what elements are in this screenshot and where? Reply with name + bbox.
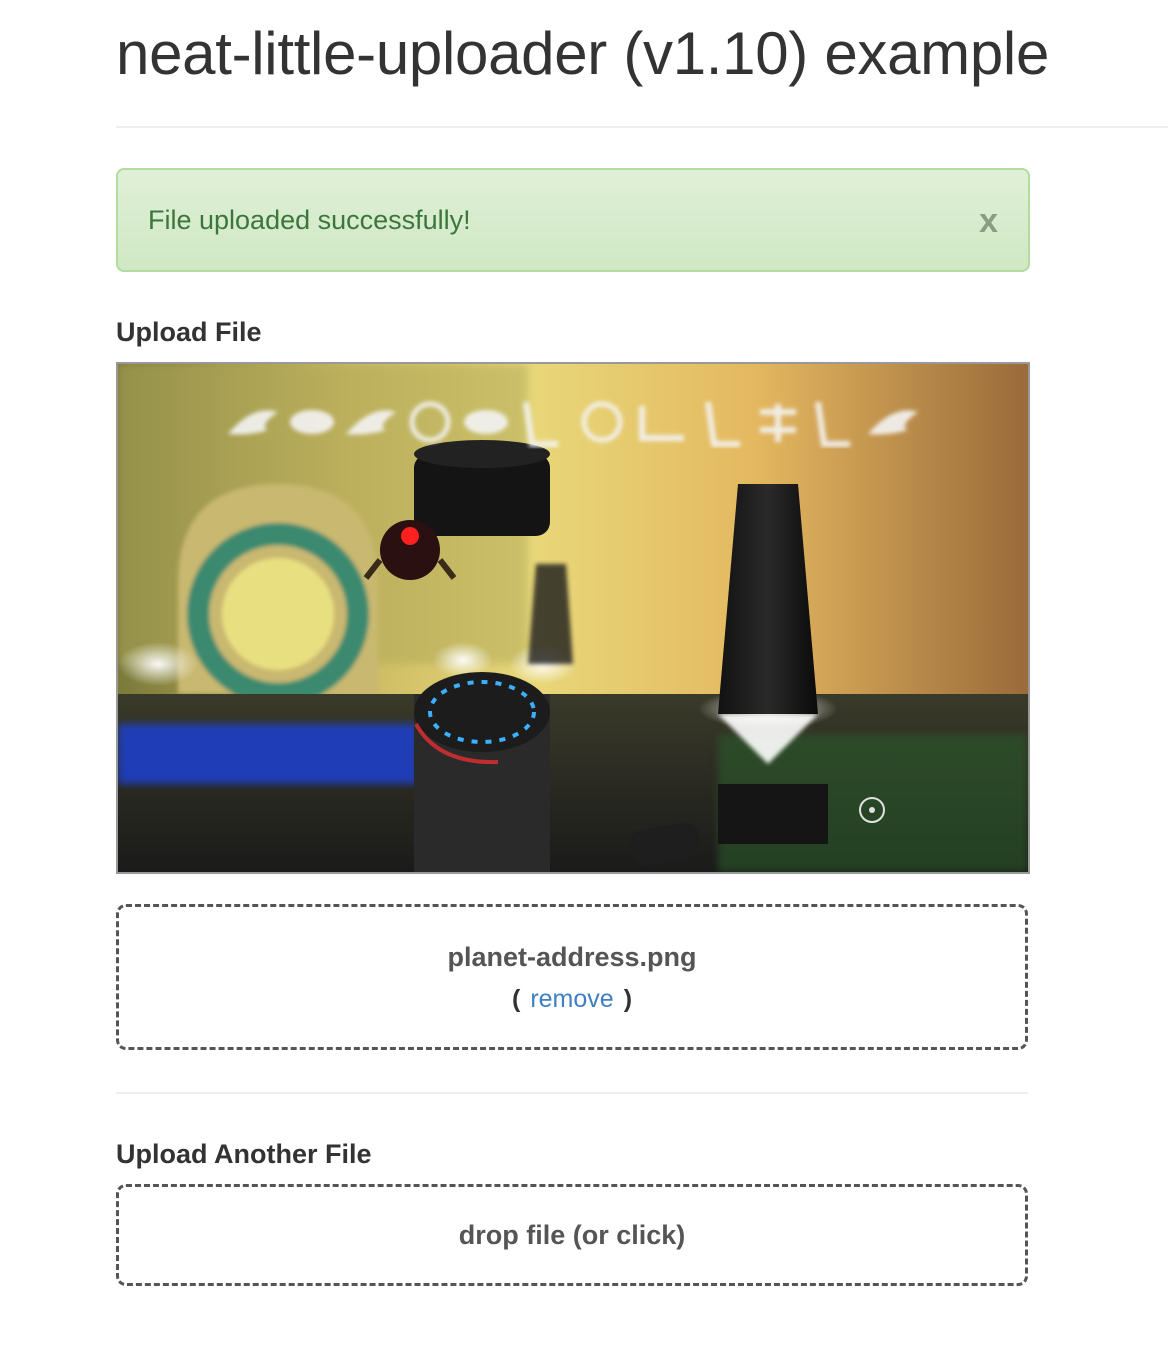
uploaded-file-dropzone: planet-address.png ( remove) (116, 904, 1028, 1050)
success-alert: File uploaded successfully! x (116, 168, 1030, 272)
open-paren: ( (511, 985, 521, 1013)
title-divider (116, 126, 1168, 128)
preview-image (118, 364, 1028, 872)
close-paren: ) (623, 985, 633, 1013)
upload-another-file-label: Upload Another File (116, 1139, 372, 1169)
close-icon[interactable]: x (979, 202, 998, 240)
page-title: neat-little-uploader (v1.10) example (116, 20, 1050, 87)
uploaded-image-preview (116, 362, 1030, 874)
uploaded-file-name: planet-address.png (447, 942, 697, 972)
drop-file-label: drop file (or click) (458, 1220, 686, 1250)
alert-message: File uploaded successfully! (148, 205, 471, 235)
upload-file-label: Upload File (116, 317, 262, 347)
drop-file-zone[interactable]: drop file (or click) (116, 1184, 1028, 1286)
section-divider (116, 1092, 1028, 1094)
remove-line: ( remove) (119, 983, 1025, 1015)
remove-link[interactable]: remove (530, 985, 613, 1013)
